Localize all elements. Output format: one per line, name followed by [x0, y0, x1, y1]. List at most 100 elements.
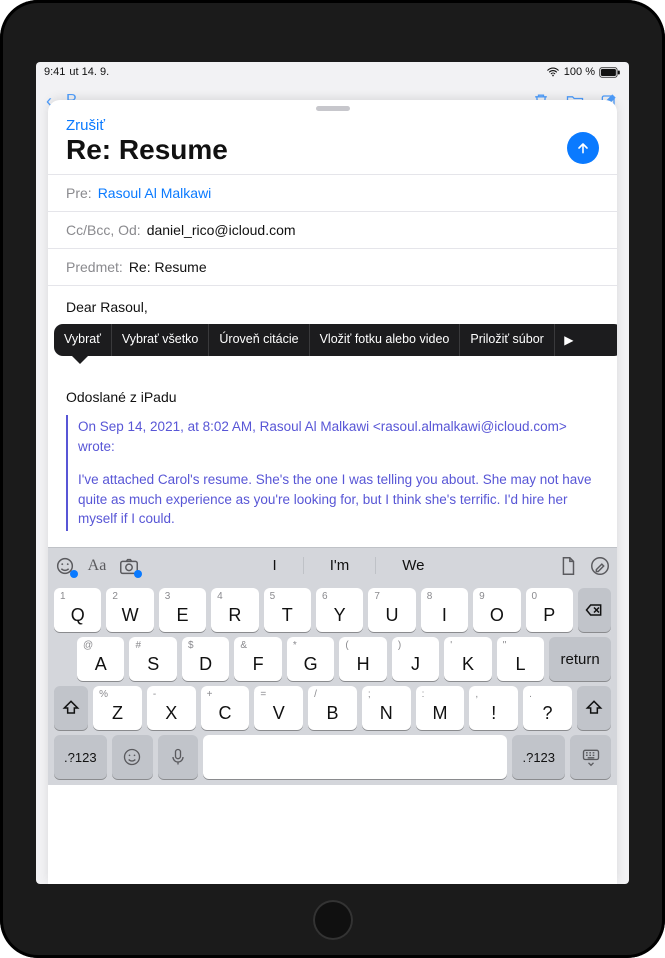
key-a[interactable]: @A [77, 637, 124, 681]
key-o[interactable]: 9O [473, 588, 520, 632]
menu-insert-photo[interactable]: Vložiť fotku alebo video [310, 324, 461, 356]
ccbcc-field[interactable]: Cc/Bcc, Od: daniel_rico@icloud.com [48, 212, 617, 249]
key-c[interactable]: +C [201, 686, 250, 730]
prediction-1[interactable]: I [247, 557, 304, 574]
key-main-label: J [411, 654, 420, 675]
body-greeting: Dear Rasoul, [66, 298, 599, 318]
key-alt-label: ' [450, 640, 452, 651]
body-signature: Odoslané z iPadu [66, 388, 599, 408]
key-main-label: S [147, 654, 159, 675]
send-button[interactable] [567, 132, 599, 164]
key-p[interactable]: 0P [526, 588, 573, 632]
key-x[interactable]: -X [147, 686, 196, 730]
to-value[interactable]: Rasoul Al Malkawi [98, 185, 212, 201]
menu-select-all[interactable]: Vybrať všetko [112, 324, 209, 356]
key-emoji[interactable] [112, 735, 153, 779]
subject-value: Re: Resume [129, 259, 207, 275]
menu-more[interactable]: ▶ [555, 324, 583, 356]
camera-icon[interactable] [118, 555, 140, 577]
key-![interactable]: ,! [469, 686, 518, 730]
key-space[interactable] [203, 735, 507, 779]
key-main-label: U [386, 605, 399, 626]
key-u[interactable]: 7U [368, 588, 415, 632]
ccbcc-label: Cc/Bcc, Od: [66, 222, 141, 238]
key-v[interactable]: =V [254, 686, 303, 730]
text-format-icon[interactable]: Aa [86, 555, 108, 577]
status-bar: 9:41 ut 14. 9. 100 % [36, 62, 629, 82]
globe-emoji-icon[interactable] [54, 555, 76, 577]
key-main-label: ? [542, 703, 552, 724]
key-alt-label: 8 [427, 591, 433, 602]
backspace-icon [584, 600, 604, 620]
key-j[interactable]: )J [392, 637, 439, 681]
key-numswitch-right[interactable]: .?123 [512, 735, 565, 779]
message-body[interactable]: Dear Rasoul, Vybrať Vybrať všetko Úroveň… [48, 286, 617, 415]
menu-attach-file[interactable]: Priložiť súbor [460, 324, 554, 356]
key-n[interactable]: ;N [362, 686, 411, 730]
key-b[interactable]: /B [308, 686, 357, 730]
key-main-label: X [165, 703, 177, 724]
to-field[interactable]: Pre: Rasoul Al Malkawi [48, 175, 617, 212]
key-l[interactable]: "L [497, 637, 544, 681]
sheet-grabber[interactable] [316, 106, 350, 111]
key-alt-label: 2 [112, 591, 118, 602]
key-alt-label: - [153, 689, 156, 700]
key-f[interactable]: &F [234, 637, 281, 681]
key-mic[interactable] [158, 735, 199, 779]
key-y[interactable]: 6Y [316, 588, 363, 632]
key-alt-label: ) [398, 640, 401, 651]
key-main-label: O [490, 605, 504, 626]
compose-sheet: Zrušiť Re: Resume Pre: Rasoul Al Malkawi… [48, 100, 617, 884]
key-main-label: H [357, 654, 370, 675]
subject-field[interactable]: Predmet: Re: Resume [48, 249, 617, 286]
key-e[interactable]: 3E [159, 588, 206, 632]
key-alt-label: ; [368, 689, 371, 700]
prediction-2[interactable]: I'm [304, 557, 377, 574]
key-main-label: L [515, 654, 525, 675]
key-q[interactable]: 1Q [54, 588, 101, 632]
key-r[interactable]: 4R [211, 588, 258, 632]
key-main-label: P [543, 605, 555, 626]
document-scan-icon[interactable] [557, 555, 579, 577]
key-return[interactable]: return [549, 637, 611, 681]
key-main-label: Q [71, 605, 85, 626]
key-dismiss[interactable] [570, 735, 611, 779]
key-i[interactable]: 8I [421, 588, 468, 632]
key-alt-label: + [207, 689, 213, 700]
key-h[interactable]: (H [339, 637, 386, 681]
key-numswitch-left[interactable]: .?123 [54, 735, 107, 779]
edit-menu-popover: Vybrať Vybrať všetko Úroveň citácie Vlož… [54, 324, 617, 356]
key-main-label: T [282, 605, 293, 626]
key-?[interactable]: .? [523, 686, 572, 730]
key-backspace[interactable] [578, 588, 611, 632]
compose-title: Re: Resume [66, 134, 228, 166]
markup-icon[interactable] [589, 555, 611, 577]
key-main-label: F [253, 654, 264, 675]
key-s[interactable]: #S [129, 637, 176, 681]
mic-icon [168, 747, 188, 767]
key-w[interactable]: 2W [106, 588, 153, 632]
key-shift-left[interactable] [54, 686, 88, 730]
key-alt-label: 3 [165, 591, 171, 602]
key-main-label: C [219, 703, 232, 724]
key-main-label: K [462, 654, 474, 675]
screen: 9:41 ut 14. 9. 100 % ‹ P [36, 62, 629, 884]
key-t[interactable]: 5T [264, 588, 311, 632]
key-z[interactable]: %Z [93, 686, 142, 730]
key-m[interactable]: :M [416, 686, 465, 730]
key-alt-label: : [422, 689, 425, 700]
key-main-label: ! [491, 703, 496, 724]
home-button[interactable] [313, 900, 353, 940]
key-shift-right[interactable] [577, 686, 611, 730]
key-main-label: Y [334, 605, 346, 626]
key-main-label: E [176, 605, 188, 626]
key-alt-label: * [293, 640, 297, 651]
key-main-label: M [433, 703, 448, 724]
menu-quote-level[interactable]: Úroveň citácie [209, 324, 309, 356]
menu-select[interactable]: Vybrať [54, 324, 112, 356]
cancel-button[interactable]: Zrušiť [66, 115, 105, 134]
key-d[interactable]: $D [182, 637, 229, 681]
prediction-3[interactable]: We [376, 557, 450, 574]
key-g[interactable]: *G [287, 637, 334, 681]
key-k[interactable]: 'K [444, 637, 491, 681]
